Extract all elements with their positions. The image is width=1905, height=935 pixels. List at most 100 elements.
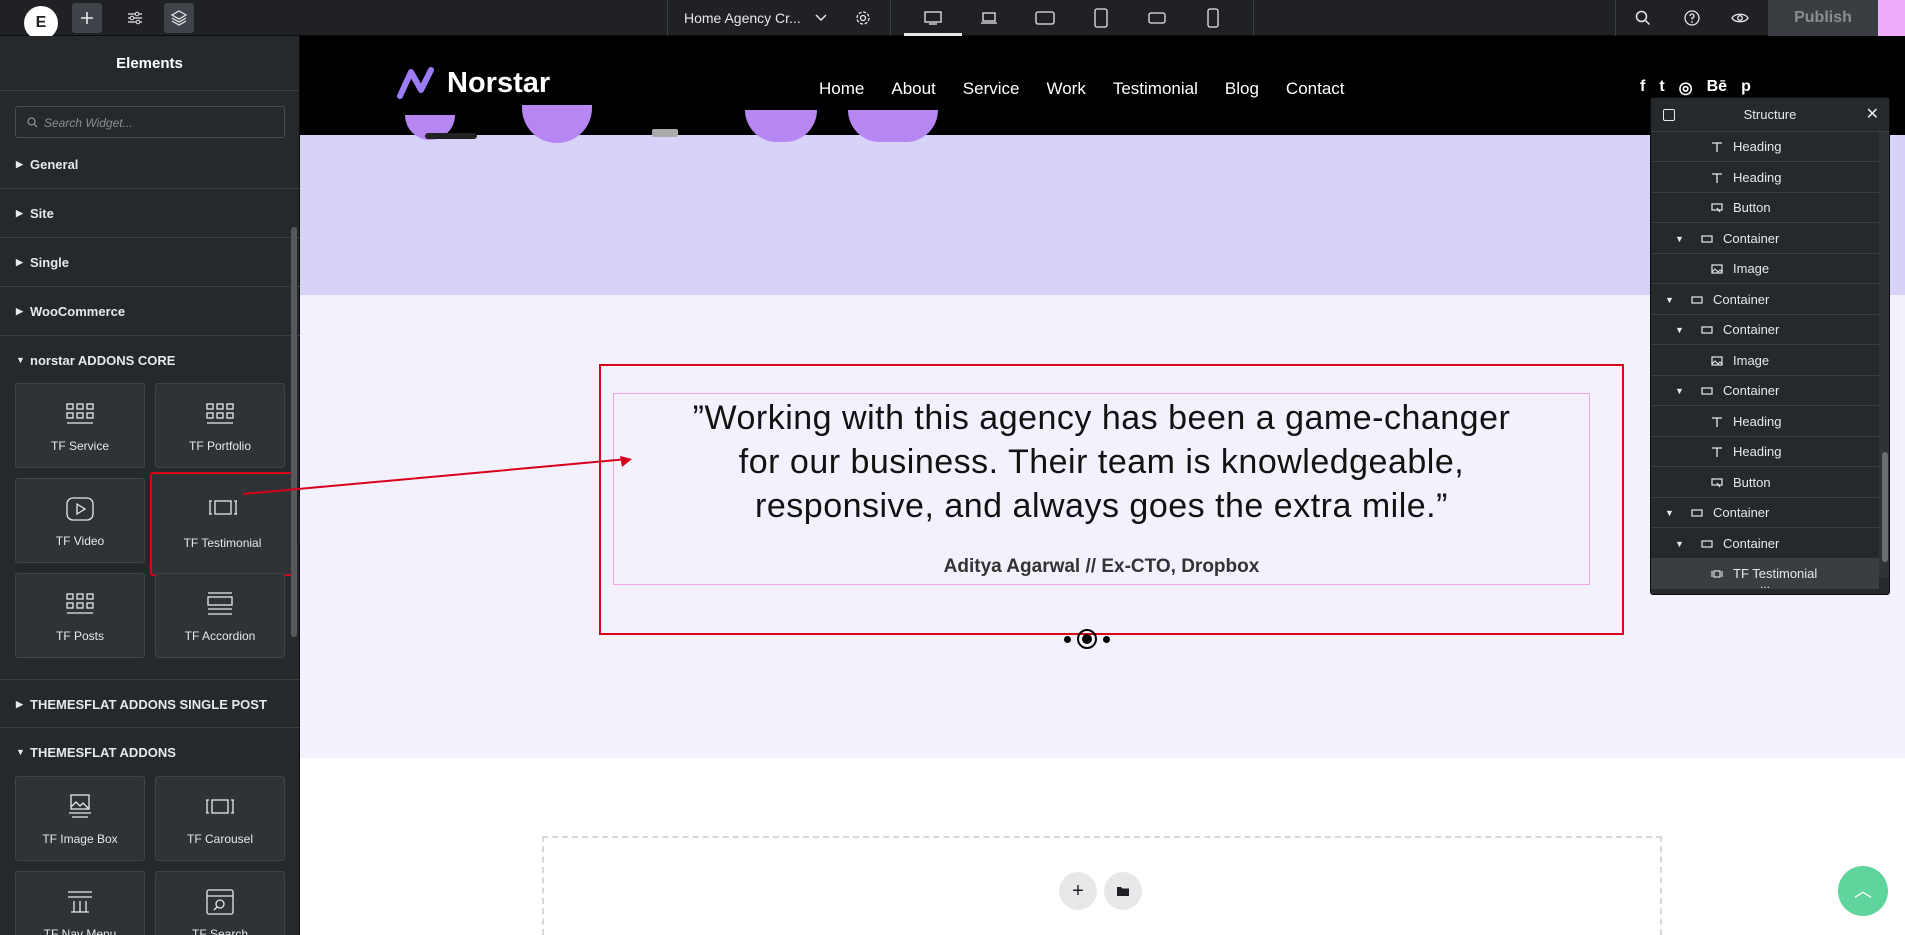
device-mobile-button[interactable] xyxy=(1198,3,1228,33)
behance-icon[interactable]: Bē xyxy=(1707,78,1727,98)
device-tablet-landscape-button[interactable] xyxy=(1030,3,1060,33)
caret-down-icon[interactable]: ▼ xyxy=(1675,529,1684,559)
scroll-to-top-button[interactable]: ︿ xyxy=(1838,866,1888,916)
caret-down-icon[interactable]: ▼ xyxy=(1665,285,1674,315)
add-section-dropzone[interactable]: + xyxy=(542,836,1662,935)
widget-tf-nav-menu[interactable]: TF Nav Menu xyxy=(15,871,145,935)
add-element-button[interactable] xyxy=(72,3,102,33)
publish-options-button[interactable] xyxy=(1878,0,1905,36)
device-laptop-button[interactable] xyxy=(974,3,1004,33)
caret-down-icon: ▼ xyxy=(16,747,25,757)
widget-tf-testimonial[interactable]: TF Testimonial xyxy=(150,472,295,576)
structure-scroll-thumb[interactable] xyxy=(1882,452,1888,562)
heading-icon xyxy=(1712,172,1722,183)
structure-button[interactable] xyxy=(164,3,194,33)
structure-row-label: Container xyxy=(1723,383,1780,398)
structure-row[interactable]: Heading xyxy=(1651,132,1879,162)
collapse-all-icon[interactable] xyxy=(1663,109,1675,121)
pinterest-icon[interactable]: p xyxy=(1741,78,1751,98)
widget-tf-video[interactable]: TF Video xyxy=(15,478,145,563)
structure-row[interactable]: Image xyxy=(1651,346,1879,376)
laptop-icon xyxy=(981,12,997,24)
structure-row[interactable]: ▼ Container xyxy=(1651,224,1879,254)
category-norstar-addons-core[interactable]: ▼ norstar ADDONS CORE xyxy=(0,336,300,385)
category-woocommerce[interactable]: ▶ WooCommerce xyxy=(0,287,300,336)
carousel-dot-active[interactable] xyxy=(1077,629,1097,649)
widget-tf-search[interactable]: TF Search xyxy=(155,871,285,935)
page-settings-button[interactable] xyxy=(848,3,878,33)
site-logo[interactable]: Norstar xyxy=(397,66,550,100)
structure-row-label: Heading xyxy=(1733,444,1782,459)
desktop-icon xyxy=(924,11,942,25)
widget-tf-carousel[interactable]: TF Carousel xyxy=(155,776,285,861)
panel-scrollbar[interactable] xyxy=(291,227,297,637)
structure-row[interactable]: Button xyxy=(1651,193,1879,223)
widget-tf-portfolio[interactable]: TF Portfolio xyxy=(155,383,285,468)
device-mobile-landscape-button[interactable] xyxy=(1142,3,1172,33)
finder-button[interactable] xyxy=(1628,3,1658,33)
widget-search-input[interactable] xyxy=(44,113,279,133)
nav-work[interactable]: Work xyxy=(1046,79,1085,99)
widget-tf-image-box[interactable]: TF Image Box xyxy=(15,776,145,861)
nav-service[interactable]: Service xyxy=(963,79,1020,99)
document-title[interactable]: Home Agency Cr... xyxy=(684,10,801,26)
nav-about[interactable]: About xyxy=(891,79,935,99)
structure-row[interactable]: Button xyxy=(1651,468,1879,498)
widget-tf-posts[interactable]: TF Posts xyxy=(15,573,145,658)
dribbble-icon[interactable]: ◎ xyxy=(1679,78,1693,98)
grid-icon xyxy=(66,593,94,614)
category-general[interactable]: ▶ General xyxy=(0,140,300,189)
tablet-icon xyxy=(1094,8,1108,28)
mobile-landscape-icon xyxy=(1148,12,1166,24)
preview-button[interactable] xyxy=(1725,3,1755,33)
structure-more[interactable]: ... xyxy=(1651,578,1879,590)
structure-row[interactable]: ▼ Container xyxy=(1651,498,1879,528)
widget-tf-service[interactable]: TF Service xyxy=(15,383,145,468)
widget-tf-accordion[interactable]: TF Accordion xyxy=(155,573,285,658)
decorative-shape xyxy=(745,110,817,142)
caret-right-icon: ▶ xyxy=(16,208,23,218)
category-single[interactable]: ▶ Single xyxy=(0,238,300,287)
structure-row[interactable]: ▼ Container xyxy=(1651,529,1879,559)
structure-row[interactable]: Heading xyxy=(1651,407,1879,437)
device-desktop-button[interactable] xyxy=(918,3,948,33)
close-icon[interactable]: ✕ xyxy=(1866,98,1879,132)
structure-row-label: Heading xyxy=(1733,139,1782,154)
nav-contact[interactable]: Contact xyxy=(1286,79,1345,99)
carousel-dot[interactable] xyxy=(1103,635,1110,643)
decorative-shape xyxy=(522,105,592,143)
elementor-logo-button[interactable]: E xyxy=(24,6,58,40)
add-section-button[interactable]: + xyxy=(1059,872,1097,910)
caret-down-icon[interactable]: ▼ xyxy=(1675,376,1684,406)
publish-button[interactable]: Publish xyxy=(1768,0,1878,36)
site-settings-button[interactable] xyxy=(120,3,150,33)
document-menu-button[interactable] xyxy=(806,3,836,33)
nav-blog[interactable]: Blog xyxy=(1225,79,1259,99)
structure-row[interactable]: Image xyxy=(1651,254,1879,284)
caret-down-icon[interactable]: ▼ xyxy=(1665,498,1674,528)
help-button[interactable] xyxy=(1677,3,1707,33)
tablet-landscape-icon xyxy=(1035,11,1055,25)
structure-row[interactable]: Heading xyxy=(1651,163,1879,193)
sliders-icon xyxy=(128,11,142,25)
structure-row[interactable]: ▼ Container xyxy=(1651,376,1879,406)
nav-testimonial[interactable]: Testimonial xyxy=(1113,79,1198,99)
device-tablet-button[interactable] xyxy=(1086,3,1116,33)
structure-row[interactable]: ▼ Container xyxy=(1651,315,1879,345)
nav-home[interactable]: Home xyxy=(819,79,864,99)
carousel-dot[interactable] xyxy=(1064,635,1071,643)
caret-down-icon[interactable]: ▼ xyxy=(1675,315,1684,345)
facebook-icon[interactable]: f xyxy=(1640,78,1645,98)
structure-row[interactable]: Heading xyxy=(1651,437,1879,467)
chevron-up-icon: ︿ xyxy=(1854,881,1872,901)
category-themesflat-addons[interactable]: ▼ THEMESFLAT ADDONS xyxy=(0,728,300,777)
add-template-button[interactable] xyxy=(1104,872,1142,910)
structure-row-label: Button xyxy=(1733,474,1771,490)
category-themesflat-addons-single-post[interactable]: ▶ THEMESFLAT ADDONS SINGLE POST xyxy=(0,679,300,728)
structure-row[interactable]: ▼ Container xyxy=(1651,285,1879,315)
carousel-pagination xyxy=(1064,629,1110,649)
category-site[interactable]: ▶ Site xyxy=(0,189,300,238)
structure-scrollbar[interactable] xyxy=(1879,132,1889,578)
caret-down-icon[interactable]: ▼ xyxy=(1675,224,1684,254)
twitter-icon[interactable]: t xyxy=(1659,78,1664,98)
